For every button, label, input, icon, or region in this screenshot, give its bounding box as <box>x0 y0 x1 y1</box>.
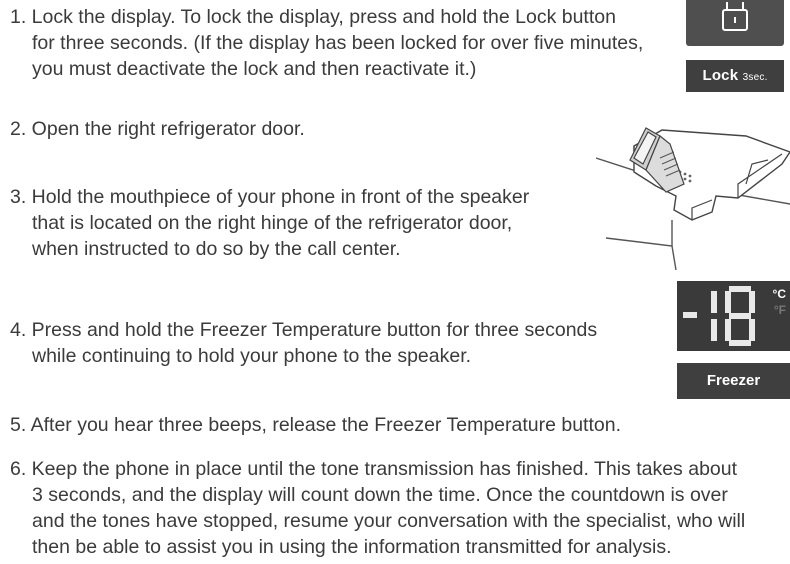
step-2-line-1: 2. Open the right refrigerator door. <box>10 118 305 140</box>
step-1: 1. Lock the display. To lock the display… <box>10 4 643 82</box>
step-3-line-1: 3. Hold the mouthpiece of your phone in … <box>10 186 530 208</box>
lock-display-panel <box>686 0 784 46</box>
step-5-line-1: 5. After you hear three beeps, release t… <box>10 414 622 436</box>
lock-icon <box>722 2 748 31</box>
freezer-temperature-display: °C °F <box>677 281 790 351</box>
step-3-line-2: that is located on the right hinge of th… <box>32 212 513 234</box>
step-4: 4. Press and hold the Freezer Temperatur… <box>10 317 597 369</box>
step-1-line-3: you must deactivate the lock and then re… <box>32 58 477 80</box>
step-4-line-2: while continuing to hold your phone to t… <box>32 345 472 367</box>
phone-at-hinge-illustration <box>596 127 790 270</box>
step-1-line-1: 1. Lock the display. To lock the display… <box>10 6 616 28</box>
step-3-line-3: when instructed to do so by the call cen… <box>32 238 401 260</box>
step-5: 5. After you hear three beeps, release t… <box>10 412 621 438</box>
step-6-line-1: 6. Keep the phone in place until the ton… <box>10 458 738 480</box>
fahrenheit-unit: °F <box>773 303 786 317</box>
step-3: 3. Hold the mouthpiece of your phone in … <box>10 184 529 262</box>
lock-button-duration: 3sec. <box>742 72 768 83</box>
seven-segment-readout <box>683 286 755 346</box>
step-2: 2. Open the right refrigerator door. <box>10 116 305 142</box>
freezer-button: Freezer <box>677 363 790 399</box>
lock-button-label: Lock <box>702 67 739 84</box>
step-4-line-1: 4. Press and hold the Freezer Temperatur… <box>10 319 598 341</box>
step-6-line-4: then be able to assist you in using the … <box>32 536 672 558</box>
freezer-button-label: Freezer <box>706 372 761 389</box>
step-6-line-2: 3 seconds, and the display will count do… <box>32 484 728 506</box>
step-1-line-2: for three seconds. (If the display has b… <box>32 32 644 54</box>
step-6: 6. Keep the phone in place until the ton… <box>10 456 745 560</box>
step-6-line-3: and the tones have stopped, resume your … <box>32 510 746 532</box>
celsius-unit: °C <box>772 287 786 301</box>
lock-button: Lock 3sec. <box>686 60 784 92</box>
